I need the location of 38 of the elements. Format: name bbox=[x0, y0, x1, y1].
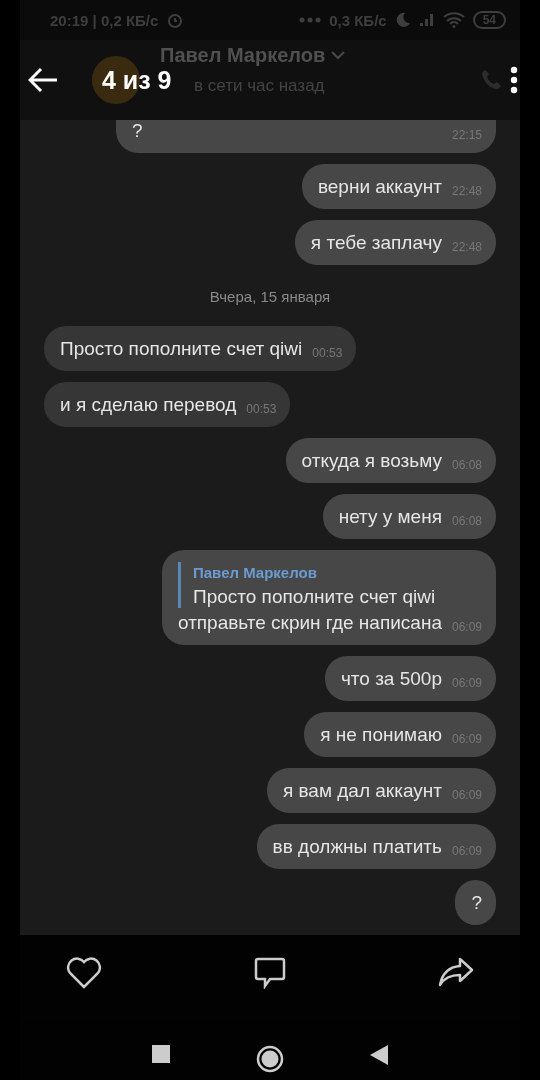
alarm-icon bbox=[166, 11, 185, 29]
more-button[interactable] bbox=[510, 66, 518, 94]
message-text: вв должны платить bbox=[272, 836, 442, 858]
message-text: и я сделаю перевод bbox=[60, 394, 237, 416]
quote-text: Просто пополните счет qiwi bbox=[193, 586, 437, 608]
message-text: я не понимаю bbox=[320, 724, 442, 746]
message-text: верни аккаунт bbox=[317, 176, 442, 198]
circle-icon bbox=[256, 1045, 284, 1073]
message-time: 00:53 bbox=[312, 345, 343, 362]
message-text: ? bbox=[471, 892, 482, 914]
message-text: откуда я возьму bbox=[301, 450, 442, 472]
share-arrow-icon bbox=[438, 957, 474, 987]
date-separator: Вчера, 15 января bbox=[209, 288, 331, 305]
message-text: отправьте скрин где написана bbox=[178, 612, 442, 634]
message-time: 00:53 bbox=[246, 401, 277, 418]
signal-icon bbox=[418, 13, 435, 27]
message-text: что за 500р bbox=[340, 668, 442, 690]
quote-author: Павел Маркелов bbox=[193, 563, 318, 583]
moon-icon bbox=[394, 12, 411, 28]
heart-icon bbox=[66, 957, 102, 989]
photo-counter: 4 из 9 bbox=[102, 66, 172, 94]
triangle-icon bbox=[370, 1045, 388, 1065]
message-text: ? bbox=[132, 120, 143, 142]
back-arrow-icon bbox=[28, 67, 58, 93]
square-icon bbox=[152, 1045, 170, 1063]
phone-icon bbox=[480, 68, 504, 92]
home-button[interactable] bbox=[256, 1045, 284, 1073]
wifi-icon bbox=[442, 12, 465, 28]
more-icon bbox=[510, 66, 518, 94]
dots-icon bbox=[299, 17, 322, 23]
message-text: нету у меня bbox=[338, 506, 442, 528]
chevron-icon bbox=[331, 50, 346, 60]
contact-name: Павел Маркелов bbox=[160, 44, 326, 66]
message-text: я вам дал аккаунт bbox=[282, 780, 442, 802]
message-text: Просто пополните счет qiwi bbox=[60, 338, 303, 360]
speech-bubble-icon bbox=[254, 957, 286, 989]
message-text: я тебе заплачу bbox=[310, 232, 442, 254]
back-button[interactable] bbox=[28, 67, 58, 93]
